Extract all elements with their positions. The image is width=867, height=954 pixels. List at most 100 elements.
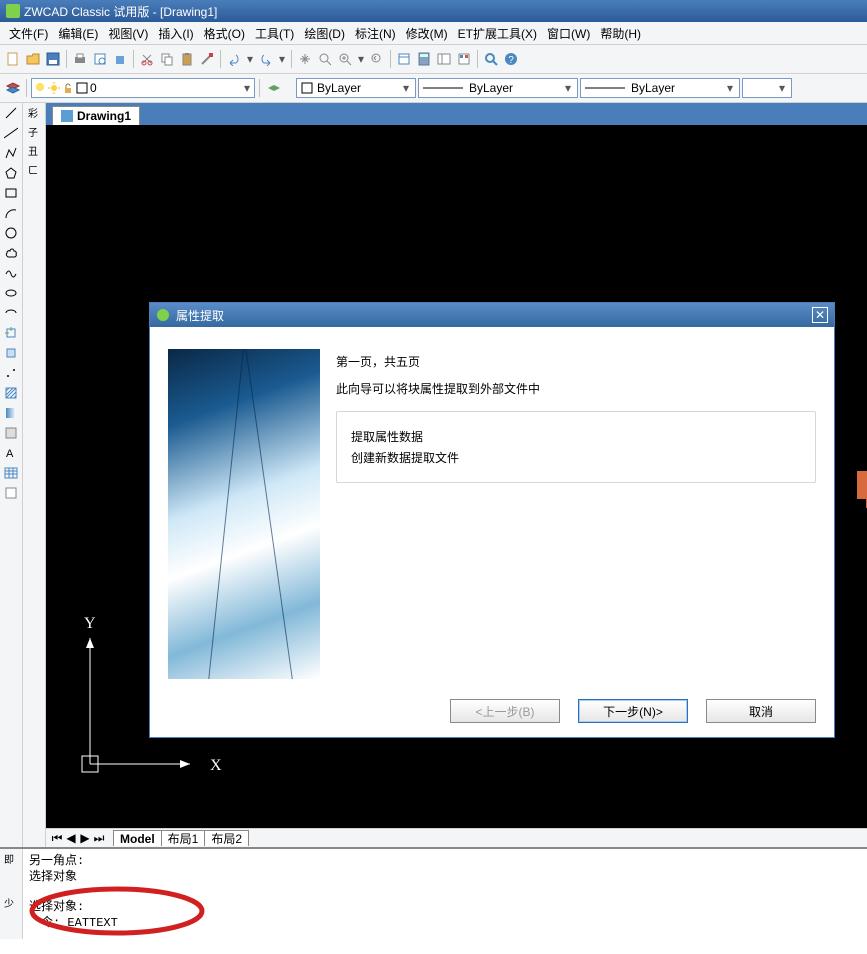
tab-layout2[interactable]: 布局2 bbox=[204, 830, 249, 846]
wizard-option-create: 创建新数据提取文件 bbox=[351, 449, 801, 466]
tab-last-icon[interactable]: ⏭ bbox=[92, 831, 106, 845]
menu-edit[interactable]: 编辑(E) bbox=[53, 23, 103, 44]
circle-icon[interactable] bbox=[3, 225, 19, 241]
menu-insert[interactable]: 插入(I) bbox=[153, 23, 198, 44]
properties-icon[interactable] bbox=[395, 50, 413, 68]
find-icon[interactable] bbox=[482, 50, 500, 68]
table-icon[interactable] bbox=[3, 465, 19, 481]
command-line[interactable]: 另一角点: 选择对象 选择对象: 命令: EATTEXT bbox=[23, 849, 867, 939]
drawing-canvas[interactable]: Y X 属性提取 ✕ bbox=[46, 125, 867, 828]
lineweight-preview-icon bbox=[585, 86, 625, 90]
save-icon[interactable] bbox=[44, 50, 62, 68]
linetype-preview-icon bbox=[423, 86, 463, 90]
menu-view[interactable]: 视图(V) bbox=[103, 23, 153, 44]
insert-block-icon[interactable] bbox=[3, 325, 19, 341]
design-center-icon[interactable] bbox=[435, 50, 453, 68]
calc-icon[interactable] bbox=[415, 50, 433, 68]
toolbar-standard: ▾ ▾ ▾ ? bbox=[0, 45, 867, 74]
point-icon[interactable] bbox=[3, 365, 19, 381]
zoom-prev-icon[interactable] bbox=[368, 50, 386, 68]
new-icon[interactable] bbox=[4, 50, 22, 68]
cut-icon[interactable] bbox=[138, 50, 156, 68]
modify-icon-2[interactable]: 子 bbox=[26, 124, 42, 140]
wizard-page-label: 第一页，共五页 bbox=[336, 353, 816, 370]
xline-icon[interactable] bbox=[3, 125, 19, 141]
revcloud-icon[interactable] bbox=[3, 245, 19, 261]
zoom-dropdown[interactable]: ▾ bbox=[356, 52, 366, 66]
make-block-icon[interactable] bbox=[3, 345, 19, 361]
match-icon[interactable] bbox=[198, 50, 216, 68]
lineweight-dropdown-icon[interactable]: ▾ bbox=[725, 81, 735, 95]
tab-model[interactable]: Model bbox=[113, 830, 162, 846]
menu-help[interactable]: 帮助(H) bbox=[595, 23, 646, 44]
tab-layout1[interactable]: 布局1 bbox=[161, 830, 206, 846]
menu-draw[interactable]: 绘图(D) bbox=[299, 23, 350, 44]
line-icon[interactable] bbox=[3, 105, 19, 121]
cmd-history-1: 另一角点: bbox=[29, 853, 861, 869]
menu-et[interactable]: ET扩展工具(X) bbox=[453, 23, 542, 44]
menu-modify[interactable]: 修改(M) bbox=[401, 23, 453, 44]
mtext-icon[interactable]: A bbox=[3, 445, 19, 461]
zoom-rt-icon[interactable] bbox=[316, 50, 334, 68]
tab-first-icon[interactable]: ⏮ bbox=[50, 831, 64, 845]
command-area: 即 少 另一角点: 选择对象 选择对象: 命令: EATTEXT bbox=[0, 847, 867, 939]
ellipse-arc-icon[interactable] bbox=[3, 305, 19, 321]
hatch-icon[interactable] bbox=[3, 385, 19, 401]
copy-icon[interactable] bbox=[158, 50, 176, 68]
modify-icon-1[interactable]: 彩 bbox=[26, 105, 42, 121]
zoom-win-icon[interactable] bbox=[336, 50, 354, 68]
cancel-button[interactable]: 取消 bbox=[706, 699, 816, 723]
open-icon[interactable] bbox=[24, 50, 42, 68]
modify-icon-3[interactable]: 丑 bbox=[26, 143, 42, 159]
publish-icon[interactable] bbox=[111, 50, 129, 68]
menu-file[interactable]: 文件(F) bbox=[4, 23, 53, 44]
layer-combo[interactable]: 0 ▾ bbox=[31, 78, 255, 98]
wizard-titlebar[interactable]: 属性提取 ✕ bbox=[150, 303, 834, 327]
menu-format[interactable]: 格式(O) bbox=[199, 23, 250, 44]
menu-dimension[interactable]: 标注(N) bbox=[350, 23, 401, 44]
plotstyle-combo[interactable]: ▾ bbox=[742, 78, 792, 98]
linetype-combo[interactable]: ByLayer ▾ bbox=[418, 78, 578, 98]
pline-icon[interactable] bbox=[3, 145, 19, 161]
gradient-icon[interactable] bbox=[3, 405, 19, 421]
print-icon[interactable] bbox=[71, 50, 89, 68]
document-tab[interactable]: Drawing1 bbox=[52, 106, 140, 125]
menu-tools[interactable]: 工具(T) bbox=[250, 23, 299, 44]
undo-dropdown[interactable]: ▾ bbox=[245, 52, 255, 66]
linetype-dropdown-icon[interactable]: ▾ bbox=[563, 81, 573, 95]
modify-icon-4[interactable]: ㄈ bbox=[26, 162, 42, 178]
redo-dropdown[interactable]: ▾ bbox=[277, 52, 287, 66]
polygon-icon[interactable] bbox=[3, 165, 19, 181]
next-button[interactable]: 下一步(N)> bbox=[578, 699, 688, 723]
pan-icon[interactable] bbox=[296, 50, 314, 68]
tool-palette-icon[interactable] bbox=[455, 50, 473, 68]
arc-icon[interactable] bbox=[3, 205, 19, 221]
spline-icon[interactable] bbox=[3, 265, 19, 281]
preview-icon[interactable] bbox=[91, 50, 109, 68]
app-title: ZWCAD Classic 试用版 - [Drawing1] bbox=[24, 3, 217, 20]
layer-manager-icon[interactable] bbox=[4, 79, 22, 97]
color-dropdown-icon[interactable]: ▾ bbox=[401, 81, 411, 95]
cmd-icon-1[interactable]: 即 bbox=[3, 851, 19, 867]
close-icon[interactable]: ✕ bbox=[812, 307, 828, 323]
wizard-icon bbox=[156, 308, 170, 322]
help-icon[interactable]: ? bbox=[502, 50, 520, 68]
redo-icon[interactable] bbox=[257, 50, 275, 68]
undo-icon[interactable] bbox=[225, 50, 243, 68]
ellipse-icon[interactable] bbox=[3, 285, 19, 301]
color-combo[interactable]: ByLayer ▾ bbox=[296, 78, 416, 98]
layer-dropdown-icon[interactable]: ▾ bbox=[242, 81, 252, 95]
plotstyle-dropdown-icon[interactable]: ▾ bbox=[777, 81, 787, 95]
paste-icon[interactable] bbox=[178, 50, 196, 68]
tab-prev-icon[interactable]: ◀ bbox=[64, 831, 78, 845]
wipeout-icon[interactable] bbox=[3, 485, 19, 501]
region-icon[interactable] bbox=[3, 425, 19, 441]
menu-window[interactable]: 窗口(W) bbox=[542, 23, 595, 44]
layer-prev-icon[interactable] bbox=[264, 79, 282, 97]
toolbar-layers: 0 ▾ ByLayer ▾ ByLayer ▾ ByLayer ▾ ▾ bbox=[0, 74, 867, 103]
rectangle-icon[interactable] bbox=[3, 185, 19, 201]
tab-next-icon[interactable]: ▶ bbox=[78, 831, 92, 845]
svg-text:少: 少 bbox=[4, 898, 14, 910]
lineweight-combo[interactable]: ByLayer ▾ bbox=[580, 78, 740, 98]
svg-text:彩: 彩 bbox=[28, 108, 38, 120]
